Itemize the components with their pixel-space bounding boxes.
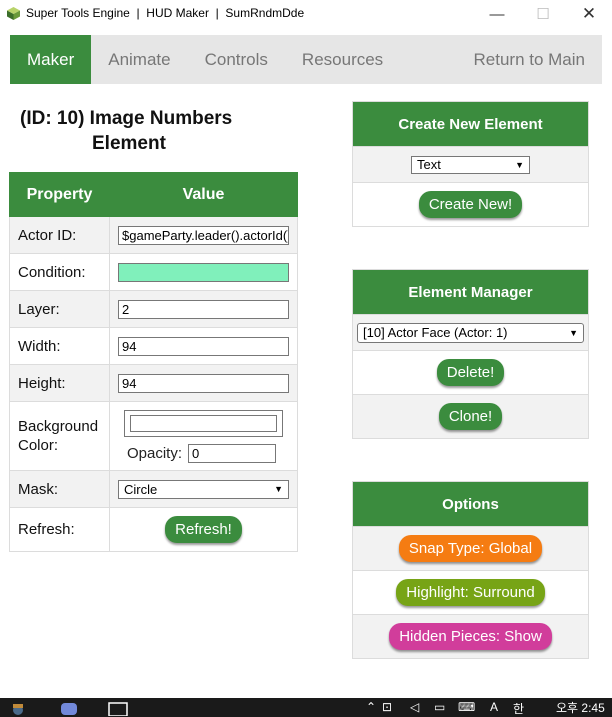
chevron-down-icon: ▼ [515, 159, 524, 170]
table-row: Layer: 2 [9, 290, 298, 328]
ime-mode-indicator[interactable]: 한 [513, 700, 524, 717]
element-title: (ID: 10) Image Numbers Element [20, 106, 232, 156]
table-row: Background Color: Opacity: 0 [9, 401, 298, 471]
mask-select-value: Circle [124, 481, 158, 497]
tab-controls[interactable]: Controls [188, 35, 285, 84]
refresh-button[interactable]: Refresh! [165, 516, 242, 543]
element-list-value: [10] Actor Face (Actor: 1) [363, 325, 508, 340]
tray-volume-icon[interactable]: ◁ [410, 700, 419, 714]
tray-network-icon[interactable]: ⊡ [382, 700, 392, 714]
tab-resources[interactable]: Resources [285, 35, 400, 84]
condition-input[interactable] [118, 262, 289, 282]
value-header: Value [109, 172, 298, 217]
maximize-button[interactable]: ☐ [520, 0, 566, 28]
close-button[interactable]: ✕ [566, 0, 612, 28]
height-label: Height: [9, 364, 110, 402]
width-input[interactable]: 94 [118, 336, 289, 356]
height-input[interactable]: 94 [118, 373, 289, 393]
layer-label: Layer: [9, 290, 110, 328]
chevron-down-icon: ▼ [569, 327, 578, 338]
table-row: Refresh: Refresh! [9, 507, 298, 552]
window-titlebar: Super Tools Engine | HUD Maker | SumRndm… [0, 0, 612, 28]
tab-animate[interactable]: Animate [91, 35, 187, 84]
opacity-input[interactable]: 0 [188, 443, 277, 463]
main-nav: Maker Animate Controls Resources Return … [10, 35, 602, 84]
create-panel-title: Create New Element [353, 102, 588, 146]
table-row: Width: 94 [9, 327, 298, 365]
property-table: Property Value Actor ID: $gameParty.lead… [9, 172, 298, 552]
options-panel: Options Snap Type: Global Highlight: Sur… [352, 481, 589, 659]
element-type-select[interactable]: Text ▼ [411, 155, 530, 174]
highlight-button[interactable]: Highlight: Surround [396, 579, 545, 606]
tray-battery-icon[interactable]: ▭ [434, 700, 445, 714]
property-header: Property [9, 172, 110, 217]
taskbar-app-icon[interactable] [8, 701, 28, 715]
table-row: Actor ID: $gameParty.leader().actorId() [9, 216, 298, 254]
taskbar-window-icon[interactable] [108, 701, 128, 716]
options-panel-title: Options [353, 482, 588, 526]
mask-label: Mask: [9, 470, 110, 508]
taskbar-discord-icon[interactable] [60, 702, 78, 715]
table-row: Condition: [9, 253, 298, 291]
opacity-row: Opacity: 0 [127, 443, 289, 463]
ime-text-indicator[interactable]: A [490, 700, 498, 714]
clone-button[interactable]: Clone! [438, 403, 503, 430]
table-row: Height: 94 [9, 364, 298, 402]
background-color-swatch [130, 414, 277, 432]
width-label: Width: [9, 327, 110, 365]
element-list-select[interactable]: [10] Actor Face (Actor: 1) ▼ [357, 322, 584, 343]
opacity-label: Opacity: [127, 444, 183, 462]
create-new-button[interactable]: Create New! [418, 191, 523, 218]
chevron-down-icon: ▼ [274, 484, 283, 494]
element-type-value: Text [417, 157, 441, 172]
actor-id-label: Actor ID: [9, 216, 110, 254]
mask-select[interactable]: Circle ▼ [118, 479, 289, 499]
minimize-button[interactable]: — [474, 0, 520, 28]
layer-input[interactable]: 2 [118, 299, 289, 319]
hidden-pieces-button[interactable]: Hidden Pieces: Show [389, 623, 552, 650]
app-icon [7, 7, 20, 20]
background-color-picker[interactable] [124, 409, 283, 437]
window-title: Super Tools Engine | HUD Maker | SumRndm… [26, 6, 305, 20]
background-color-label: Background Color: [9, 401, 110, 471]
element-title-line2: Element [92, 133, 166, 154]
condition-label: Condition: [9, 253, 110, 291]
tab-return-to-main[interactable]: Return to Main [457, 35, 603, 84]
taskbar: ⌃ ⊡ ◁ ▭ ⌨ A 한 오후 2:45 [0, 698, 612, 717]
delete-button[interactable]: Delete! [436, 359, 505, 386]
element-manager-panel: Element Manager [10] Actor Face (Actor: … [352, 269, 589, 439]
clock[interactable]: 오후 2:45 [556, 699, 605, 716]
snap-type-button[interactable]: Snap Type: Global [398, 535, 543, 562]
refresh-label: Refresh: [9, 507, 110, 552]
tab-maker[interactable]: Maker [10, 35, 92, 84]
manager-panel-title: Element Manager [353, 270, 588, 314]
table-row: Mask: Circle ▼ [9, 470, 298, 508]
create-element-panel: Create New Element Text ▼ Create New! [352, 101, 589, 227]
tray-keyboard-icon[interactable]: ⌨ [458, 700, 475, 714]
tray-chevron-up-icon[interactable]: ⌃ [366, 700, 376, 714]
element-title-line1: (ID: 10) Image Numbers [20, 108, 233, 129]
actor-id-input[interactable]: $gameParty.leader().actorId() [118, 225, 289, 245]
